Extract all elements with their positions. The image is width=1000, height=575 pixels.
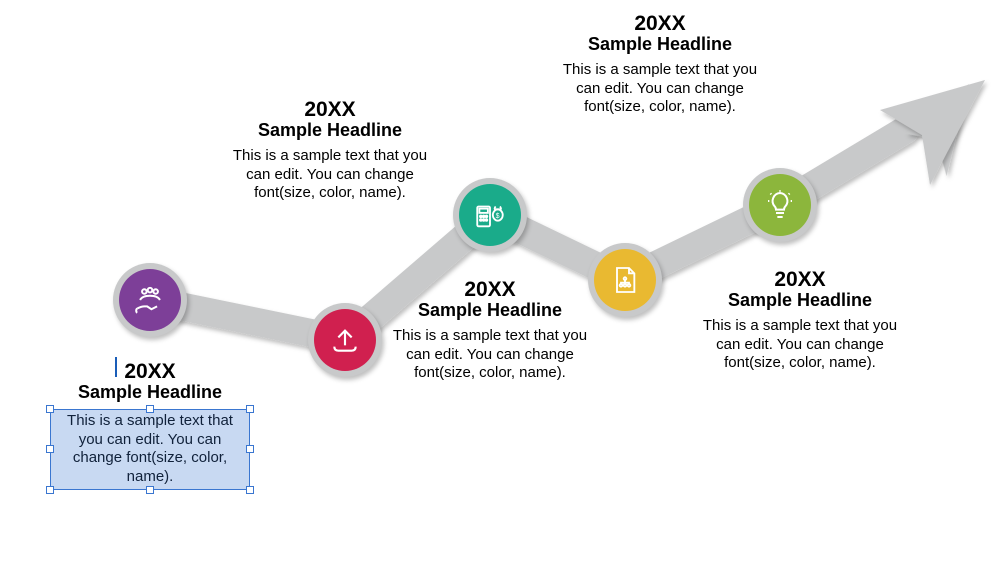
- resize-handle[interactable]: [46, 486, 54, 494]
- milestone-node-2[interactable]: [308, 303, 382, 377]
- milestone-text-4[interactable]: 20XX Sample Headline This is a sample te…: [560, 12, 760, 117]
- text-caret: [115, 357, 117, 377]
- selected-text-frame[interactable]: This is a sample text that you can edit.…: [50, 409, 250, 490]
- resize-handle[interactable]: [146, 405, 154, 413]
- calculator-money-icon: $: [459, 184, 521, 246]
- people-hand-icon: [119, 269, 181, 331]
- resize-handle[interactable]: [246, 486, 254, 494]
- milestone-node-3[interactable]: $: [453, 178, 527, 252]
- lightbulb-icon: [749, 174, 811, 236]
- milestone-node-1[interactable]: [113, 263, 187, 337]
- milestone-headline: Sample Headline: [390, 301, 590, 321]
- resize-handle[interactable]: [246, 445, 254, 453]
- milestone-year: 20XX: [50, 360, 250, 383]
- milestone-desc: This is a sample text that you can edit.…: [230, 147, 430, 203]
- milestone-headline: Sample Headline: [230, 121, 430, 141]
- milestone-text-2[interactable]: 20XX Sample Headline This is a sample te…: [230, 98, 430, 203]
- milestone-headline: Sample Headline: [50, 383, 250, 403]
- resize-handle[interactable]: [246, 405, 254, 413]
- milestone-text-5[interactable]: 20XX Sample Headline This is a sample te…: [700, 268, 900, 373]
- milestone-headline: Sample Headline: [560, 35, 760, 55]
- milestone-text-1[interactable]: 20XX Sample Headline This is a sample te…: [50, 360, 250, 490]
- milestone-desc: This is a sample text that you can edit.…: [560, 61, 760, 117]
- resize-handle[interactable]: [46, 405, 54, 413]
- milestone-year: 20XX: [700, 268, 900, 291]
- milestone-node-4[interactable]: [588, 243, 662, 317]
- upload-icon: [314, 309, 376, 371]
- document-chart-icon: [594, 249, 656, 311]
- resize-handle[interactable]: [46, 445, 54, 453]
- milestone-year: 20XX: [560, 12, 760, 35]
- milestone-headline: Sample Headline: [700, 291, 900, 311]
- milestone-desc: This is a sample text that you can edit.…: [700, 317, 900, 373]
- milestone-desc: This is a sample text that you can edit.…: [390, 327, 590, 383]
- milestone-year: 20XX: [390, 278, 590, 301]
- resize-handle[interactable]: [146, 486, 154, 494]
- milestone-text-3[interactable]: 20XX Sample Headline This is a sample te…: [390, 278, 590, 383]
- svg-text:$: $: [496, 212, 500, 220]
- milestone-node-5[interactable]: [743, 168, 817, 242]
- milestone-desc[interactable]: This is a sample text that you can edit.…: [55, 412, 245, 487]
- timeline-diagram: $ 20XX Sample Headline: [0, 0, 1000, 575]
- milestone-year: 20XX: [230, 98, 430, 121]
